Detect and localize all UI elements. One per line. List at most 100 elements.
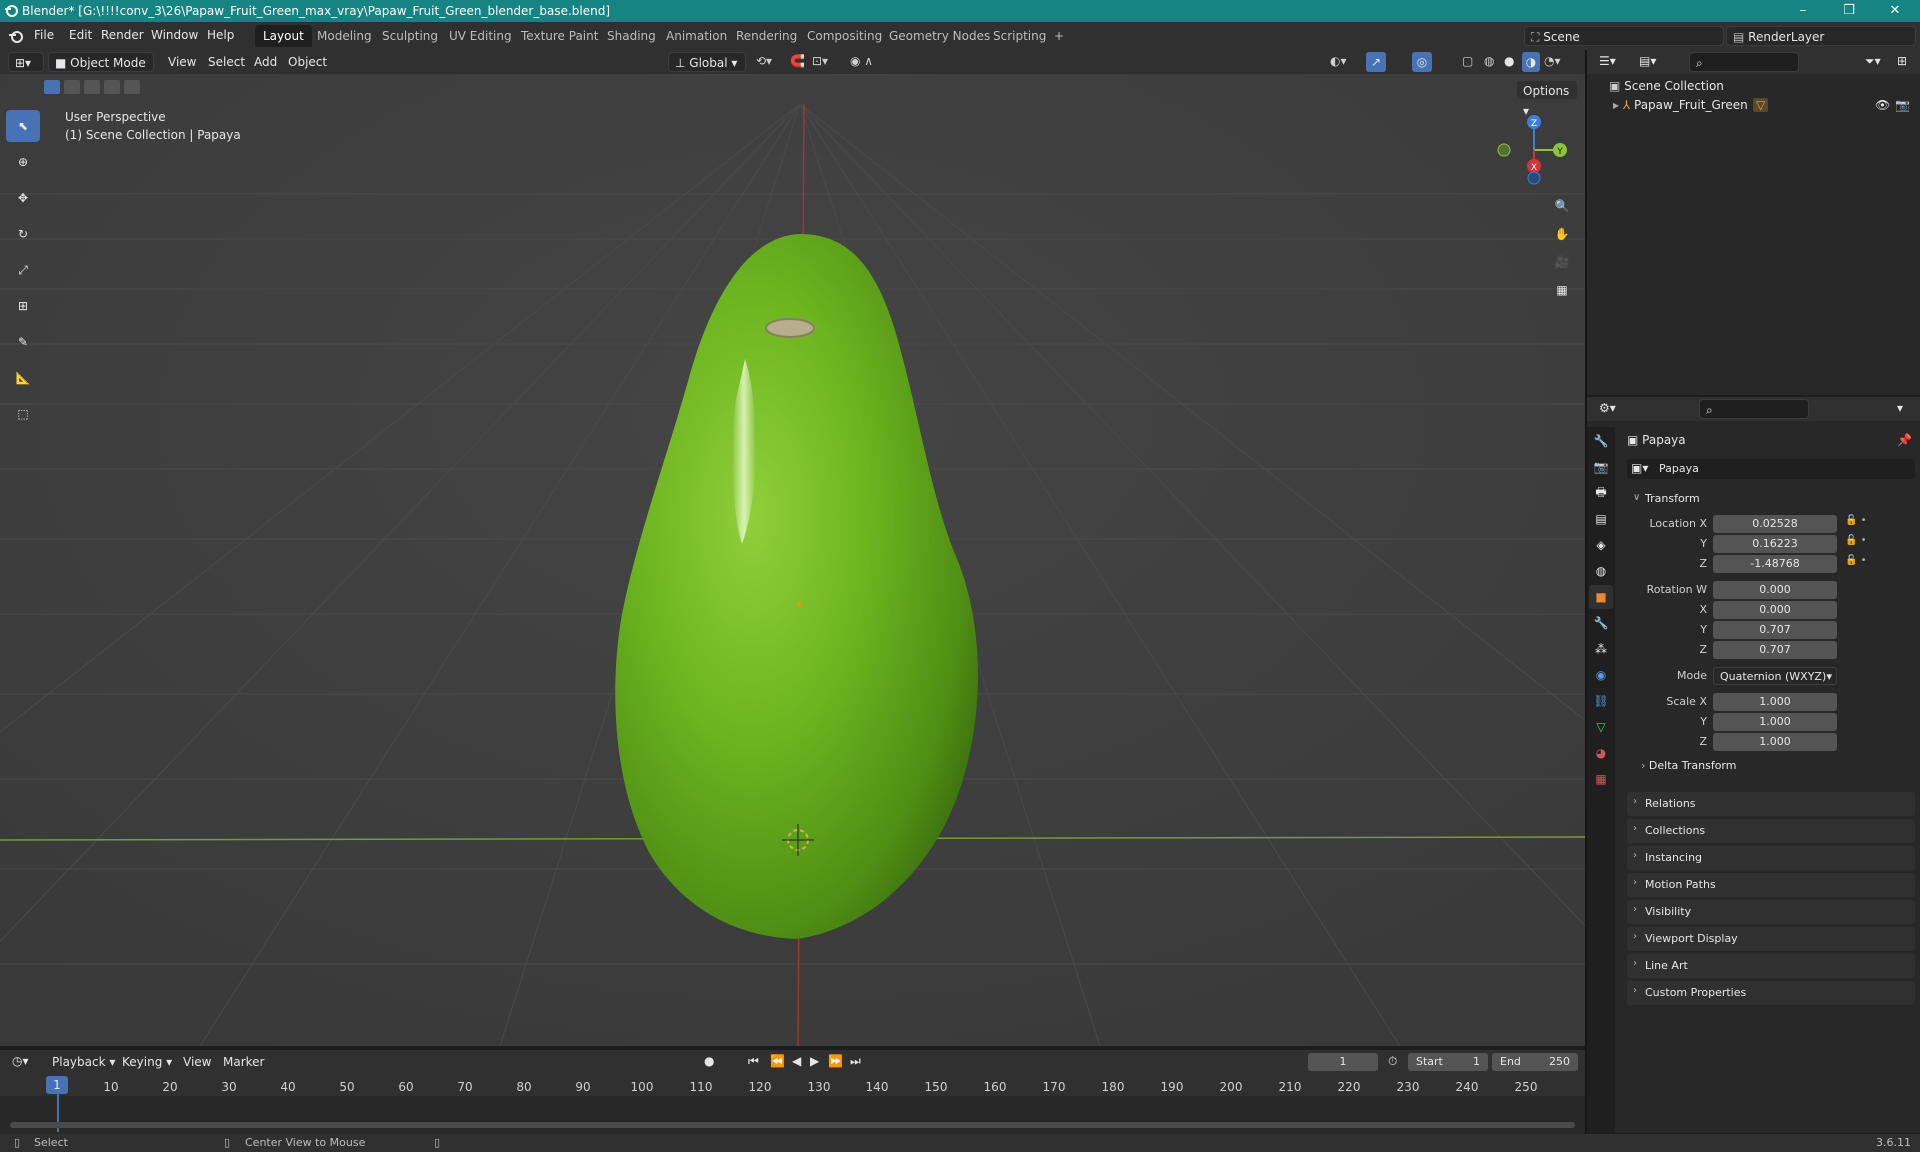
- scale-y-field[interactable]: 1.000: [1713, 713, 1837, 731]
- play-reverse-icon[interactable]: ◀: [792, 1054, 801, 1068]
- gizmo-toggle-icon[interactable]: ↗: [1366, 52, 1386, 72]
- add-workspace-button[interactable]: +: [1046, 25, 1072, 47]
- tab-geometry-nodes[interactable]: Geometry Nodes: [881, 25, 998, 47]
- select-box-tool[interactable]: ⬉: [6, 110, 40, 142]
- panel-collections[interactable]: › Collections: [1627, 819, 1915, 843]
- panel-viewport-display[interactable]: › Viewport Display: [1627, 927, 1915, 951]
- tab-scripting[interactable]: Scripting: [985, 25, 1054, 47]
- pan-hand-icon[interactable]: ✋: [1548, 220, 1576, 248]
- menu-file[interactable]: File: [34, 28, 54, 42]
- navigation-gizmo[interactable]: Z Y X: [1490, 110, 1570, 190]
- snap-target-icon[interactable]: ⊡▾: [812, 54, 828, 68]
- solid-shading-icon[interactable]: ●: [1504, 54, 1514, 68]
- pin-icon[interactable]: 📌: [1897, 433, 1912, 447]
- scale-x-field[interactable]: 1.000: [1713, 693, 1837, 711]
- tab-compositing[interactable]: Compositing: [799, 25, 890, 47]
- play-icon[interactable]: ▶: [810, 1054, 819, 1068]
- mode-selector[interactable]: ■ Object Mode ▾: [48, 52, 154, 90]
- timeline-editor-icon[interactable]: ◷▾: [12, 1054, 29, 1068]
- xray-icon[interactable]: ▢: [1462, 54, 1473, 68]
- tab-animation[interactable]: Animation: [658, 25, 735, 47]
- outliner-search[interactable]: ⌕: [1689, 52, 1799, 72]
- rotation-z-field[interactable]: 0.707: [1713, 641, 1837, 659]
- playhead[interactable]: 1: [46, 1076, 68, 1094]
- camera-icon[interactable]: 📷: [1895, 98, 1910, 112]
- object-datablock-field[interactable]: ▣▾ Papaya: [1627, 459, 1915, 479]
- measure-tool[interactable]: 📐: [6, 362, 40, 394]
- tab-modeling[interactable]: Modeling: [309, 25, 380, 47]
- ortho-grid-icon[interactable]: ▦: [1548, 276, 1576, 304]
- panel-relations[interactable]: › Relations: [1627, 792, 1915, 816]
- tab-shading[interactable]: Shading: [599, 25, 664, 47]
- pivot-icon[interactable]: ⟲▾: [756, 54, 772, 68]
- material-shading-icon[interactable]: ◑: [1522, 52, 1540, 72]
- scene-selector[interactable]: ⛶ Scene: [1524, 26, 1724, 46]
- chevron-down-icon[interactable]: ▾: [1897, 401, 1903, 415]
- location-x-field[interactable]: 0.02528: [1713, 515, 1837, 533]
- object-datablock-icon[interactable]: ▣▾: [1631, 461, 1648, 475]
- data-tab-icon[interactable]: ▽: [1589, 715, 1613, 739]
- object-tab-icon[interactable]: ■: [1589, 585, 1613, 609]
- rendered-shading-icon[interactable]: ◔▾: [1544, 54, 1561, 68]
- modifier-tab-icon[interactable]: 🔧: [1589, 611, 1613, 635]
- physics-tab-icon[interactable]: ◉: [1589, 663, 1613, 687]
- particles-tab-icon[interactable]: ⁂: [1589, 637, 1613, 661]
- options-dropdown[interactable]: Options ▾: [1516, 80, 1578, 118]
- editor-type-button[interactable]: ⊞▾: [8, 52, 44, 72]
- zoom-icon[interactable]: 🔍: [1548, 192, 1576, 220]
- select-extend-icon[interactable]: [64, 80, 80, 94]
- tab-layout[interactable]: Layout: [255, 25, 312, 47]
- eye-icon[interactable]: 👁: [1875, 98, 1890, 112]
- overlay-toggle-icon[interactable]: ◎: [1412, 52, 1432, 72]
- expand-arrow-icon[interactable]: ▸: [1613, 98, 1623, 112]
- timeline-menu-marker[interactable]: Marker: [223, 1055, 264, 1069]
- lock-icon[interactable]: 🔓 •: [1845, 511, 1915, 531]
- tool-tab-icon[interactable]: 🔧: [1589, 429, 1613, 453]
- visibility-icon[interactable]: ◐▾: [1330, 54, 1347, 68]
- vp-menu-select[interactable]: Select: [208, 55, 245, 69]
- rotation-y-field[interactable]: 0.707: [1713, 621, 1837, 639]
- add-cube-tool[interactable]: ⬚: [6, 398, 40, 430]
- snap-icon[interactable]: 🧲: [790, 54, 805, 68]
- constraints-tab-icon[interactable]: ⛓: [1589, 689, 1613, 713]
- filter-icon[interactable]: ⏷▾: [1865, 54, 1881, 69]
- scale-z-field[interactable]: 1.000: [1713, 733, 1837, 751]
- gizmo-neg-y-icon[interactable]: [1497, 143, 1511, 157]
- close-button[interactable]: ✕: [1872, 0, 1918, 22]
- vp-menu-object[interactable]: Object: [288, 55, 327, 69]
- blender-menu-icon[interactable]: [8, 28, 24, 44]
- rotation-w-field[interactable]: 0.000: [1713, 581, 1837, 599]
- jump-end-icon[interactable]: ⏭: [850, 1054, 861, 1069]
- outliner-item[interactable]: ▸ ⅄ Papaw_Fruit_Green ▽ 👁 📷: [1613, 98, 1913, 116]
- properties-search[interactable]: ⌕: [1699, 399, 1809, 419]
- tab-rendering[interactable]: Rendering: [728, 25, 805, 47]
- scene-tab-icon[interactable]: ◈: [1589, 533, 1613, 557]
- render-tab-icon[interactable]: 📷: [1589, 455, 1613, 479]
- record-icon[interactable]: ●: [704, 1054, 714, 1068]
- menu-window[interactable]: Window: [151, 28, 198, 42]
- move-tool[interactable]: ✥: [6, 182, 40, 214]
- transform-panel-header[interactable]: ∨ Transform: [1627, 487, 1915, 511]
- select-invert-icon[interactable]: [104, 80, 120, 94]
- prev-keyframe-icon[interactable]: ⏪: [770, 1054, 785, 1068]
- world-tab-icon[interactable]: ◍: [1589, 559, 1613, 583]
- menu-help[interactable]: Help: [207, 28, 234, 42]
- scene-collection-row[interactable]: ▣ Scene Collection: [1609, 79, 1724, 93]
- view-layer-selector[interactable]: ▤ RenderLayer: [1726, 26, 1916, 46]
- rotation-mode-dropdown[interactable]: Quaternion (WXYZ) ▾: [1713, 667, 1837, 685]
- maximize-button[interactable]: ❐: [1826, 0, 1872, 22]
- panel-motion-paths[interactable]: › Motion Paths: [1627, 873, 1915, 897]
- timeline-menu-playback[interactable]: Playback ▾: [52, 1055, 115, 1069]
- view-layer-tab-icon[interactable]: ▤: [1589, 507, 1613, 531]
- end-frame-field[interactable]: End 250: [1492, 1053, 1578, 1071]
- tab-sculpting[interactable]: Sculpting: [374, 25, 446, 47]
- select-intersect-icon[interactable]: [124, 80, 140, 94]
- timeline-menu-view[interactable]: View: [183, 1055, 211, 1069]
- tab-texture-paint[interactable]: Texture Paint: [513, 25, 606, 47]
- annotate-tool[interactable]: ✎: [6, 326, 40, 358]
- outliner-editor-icon[interactable]: ☰▾: [1599, 54, 1616, 68]
- tab-uv-editing[interactable]: UV Editing: [441, 25, 520, 47]
- lock-icon[interactable]: 🔓 •: [1845, 551, 1915, 571]
- rotate-tool[interactable]: ↻: [6, 218, 40, 250]
- new-collection-icon[interactable]: ⊞: [1897, 54, 1907, 68]
